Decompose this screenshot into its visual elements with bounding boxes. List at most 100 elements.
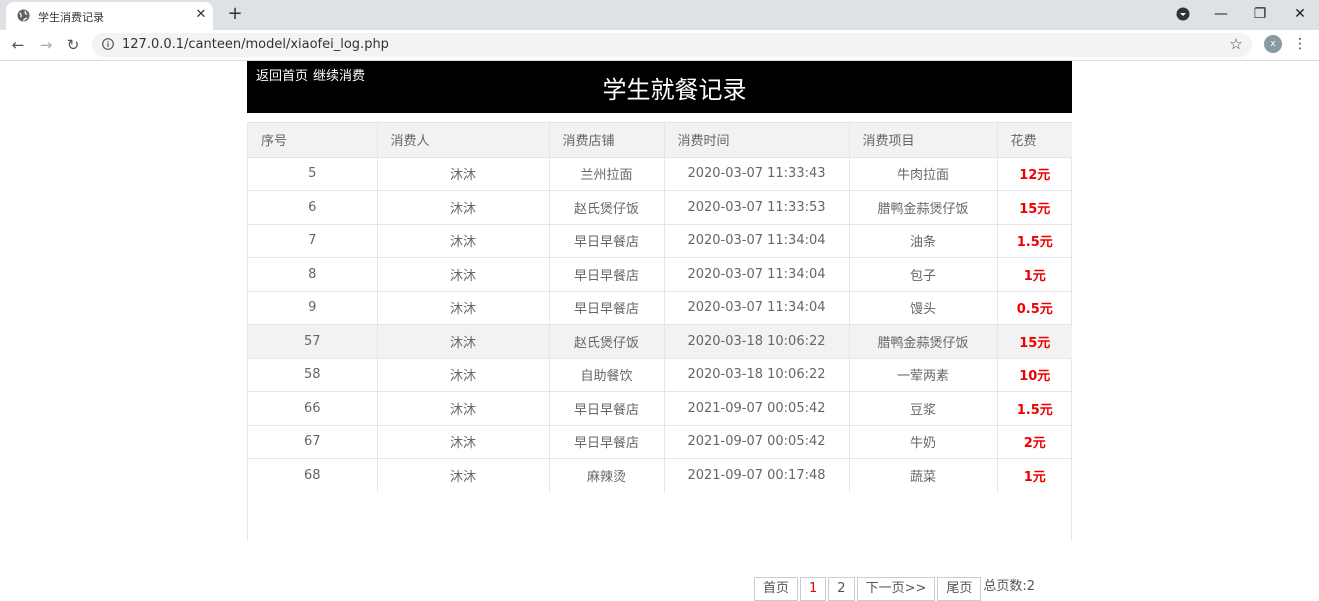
cell-shop: 早日早餐店 (549, 257, 665, 291)
cell-item: 牛肉拉面 (849, 156, 998, 191)
column-header-consumer: 消费人 (377, 123, 550, 157)
cell-time: 2020-03-07 11:34:04 (664, 223, 850, 258)
cell-id: 57 (248, 324, 378, 358)
cell-consumer: 沐沐 (377, 223, 550, 258)
cell-id: 6 (248, 190, 378, 224)
cell-shop: 早日早餐店 (549, 290, 665, 325)
browser-tab[interactable]: 学生消费记录 ✕ (6, 2, 213, 30)
address-bar[interactable]: 127.0.0.1/canteen/model/xiaofei_log.php … (92, 33, 1252, 57)
cell-item: 腊鸭金蒜煲仔饭 (849, 190, 998, 224)
table-header-row: 序号 消费人 消费店铺 消费时间 消费项目 花费 (248, 123, 1072, 157)
last-page-button[interactable]: 尾页 (937, 577, 982, 601)
tab-title: 学生消费记录 (38, 11, 104, 24)
table-row: 66 沐沐 早日早餐店 2021-09-07 00:05:42 豆浆 1.5元 (248, 391, 1072, 425)
column-header-cost: 花费 (997, 123, 1072, 157)
cell-consumer: 沐沐 (377, 257, 550, 291)
cell-cost: 1.5元 (997, 391, 1072, 425)
total-pages-label: 总页数:2 (983, 579, 1036, 594)
globe-icon (17, 9, 30, 22)
pagination: 首页 1 2 下一页>> 尾页 总页数:2 (754, 577, 1035, 601)
cell-id: 9 (248, 290, 378, 325)
cell-item: 油条 (849, 223, 998, 258)
cell-shop: 赵氏煲仔饭 (549, 324, 665, 358)
cell-consumer: 沐沐 (377, 357, 550, 392)
browser-toolbar: ← → ↻ 127.0.0.1/canteen/model/xiaofei_lo… (0, 30, 1319, 61)
cell-shop: 早日早餐店 (549, 391, 665, 425)
url-text[interactable]: 127.0.0.1/canteen/model/xiaofei_log.php (122, 37, 389, 52)
cell-item: 馒头 (849, 290, 998, 325)
cell-shop: 早日早餐店 (549, 424, 665, 459)
cell-time: 2020-03-07 11:34:04 (664, 257, 850, 291)
first-page-button[interactable]: 首页 (754, 577, 799, 601)
cell-id: 68 (248, 458, 378, 492)
new-tab-icon[interactable]: + (225, 4, 245, 24)
table-row: 58 沐沐 自助餐饮 2020-03-18 10:06:22 一荤两素 10元 (248, 357, 1072, 392)
cell-cost: 1.5元 (997, 223, 1072, 258)
cell-time: 2020-03-18 10:06:22 (664, 357, 850, 392)
cell-id: 7 (248, 223, 378, 258)
back-arrow-icon[interactable]: ← (8, 35, 28, 55)
cell-time: 2020-03-07 11:33:53 (664, 190, 850, 224)
browser-tab-strip: 学生消费记录 ✕ + — ❐ ✕ (0, 0, 1319, 30)
cell-consumer: 沐沐 (377, 290, 550, 325)
cell-id: 58 (248, 357, 378, 392)
cell-id: 8 (248, 257, 378, 291)
page-1-button[interactable]: 1 (800, 577, 827, 601)
page-content: 返回首页 继续消费 学生就餐记录 序号 消费人 消费店铺 消费时间 消费项目 花… (247, 61, 1072, 601)
cell-time: 2020-03-18 10:06:22 (664, 324, 850, 358)
cell-shop: 赵氏煲仔饭 (549, 190, 665, 224)
bookmark-star-icon[interactable]: ☆ (1228, 36, 1244, 52)
column-header-shop: 消费店铺 (549, 123, 665, 157)
cell-id: 5 (248, 156, 378, 191)
next-page-button[interactable]: 下一页>> (856, 577, 936, 601)
cell-item: 牛奶 (849, 424, 998, 459)
page-title: 学生就餐记录 (602, 76, 747, 104)
tab-search-icon[interactable] (1173, 4, 1193, 24)
page-2-button[interactable]: 2 (828, 577, 855, 601)
forward-arrow-icon[interactable]: → (36, 35, 56, 55)
consumption-table: 序号 消费人 消费店铺 消费时间 消费项目 花费 5 沐沐 兰州拉面 2020-03-… (248, 123, 1072, 492)
cell-item: 豆浆 (849, 391, 998, 425)
cell-item: 腊鸭金蒜煲仔饭 (849, 324, 998, 358)
page-header: 返回首页 继续消费 学生就餐记录 (247, 61, 1072, 113)
cell-consumer: 沐沐 (377, 424, 550, 459)
info-icon[interactable] (102, 38, 114, 50)
minimize-icon[interactable]: — (1211, 4, 1231, 24)
cell-cost: 10元 (997, 357, 1072, 392)
cell-shop: 自助餐饮 (549, 357, 665, 392)
cell-item: 包子 (849, 257, 998, 291)
profile-avatar[interactable]: x (1264, 35, 1282, 53)
cell-time: 2021-09-07 00:17:48 (664, 458, 850, 492)
table-row: 9 沐沐 早日早餐店 2020-03-07 11:34:04 馒头 0.5元 (248, 290, 1072, 325)
close-window-icon[interactable]: ✕ (1290, 4, 1310, 24)
cell-item: 蔬菜 (849, 458, 998, 492)
cell-id: 67 (248, 424, 378, 459)
reload-icon[interactable]: ↻ (63, 35, 83, 55)
cell-id: 66 (248, 391, 378, 425)
close-tab-icon[interactable]: ✕ (193, 7, 209, 23)
cell-time: 2021-09-07 00:05:42 (664, 424, 850, 459)
cell-shop: 麻辣烫 (549, 458, 665, 492)
cell-cost: 15元 (997, 324, 1072, 358)
cell-shop: 早日早餐店 (549, 223, 665, 258)
cell-cost: 12元 (997, 156, 1072, 191)
table-row: 7 沐沐 早日早餐店 2020-03-07 11:34:04 油条 1.5元 (248, 223, 1072, 258)
column-header-item: 消费项目 (849, 123, 998, 157)
cell-consumer: 沐沐 (377, 156, 550, 191)
cell-consumer: 沐沐 (377, 391, 550, 425)
maximize-icon[interactable]: ❐ (1250, 4, 1270, 24)
table-row: 6 沐沐 赵氏煲仔饭 2020-03-07 11:33:53 腊鸭金蒜煲仔饭 15元 (248, 190, 1072, 224)
table-row: 68 沐沐 麻辣烫 2021-09-07 00:17:48 蔬菜 1元 (248, 458, 1072, 492)
cell-consumer: 沐沐 (377, 458, 550, 492)
column-header-id: 序号 (248, 123, 378, 157)
cell-item: 一荤两素 (849, 357, 998, 392)
table-row: 57 沐沐 赵氏煲仔饭 2020-03-18 10:06:22 腊鸭金蒜煲仔饭 15元 (248, 324, 1072, 358)
cell-cost: 2元 (997, 424, 1072, 459)
cell-cost: 0.5元 (997, 290, 1072, 325)
cell-time: 2021-09-07 00:05:42 (664, 391, 850, 425)
more-menu-icon[interactable]: ⋮ (1292, 34, 1308, 54)
table-row: 5 沐沐 兰州拉面 2020-03-07 11:33:43 牛肉拉面 12元 (248, 156, 1072, 191)
cell-consumer: 沐沐 (377, 324, 550, 358)
cell-cost: 15元 (997, 190, 1072, 224)
table-row: 67 沐沐 早日早餐店 2021-09-07 00:05:42 牛奶 2元 (248, 424, 1072, 459)
